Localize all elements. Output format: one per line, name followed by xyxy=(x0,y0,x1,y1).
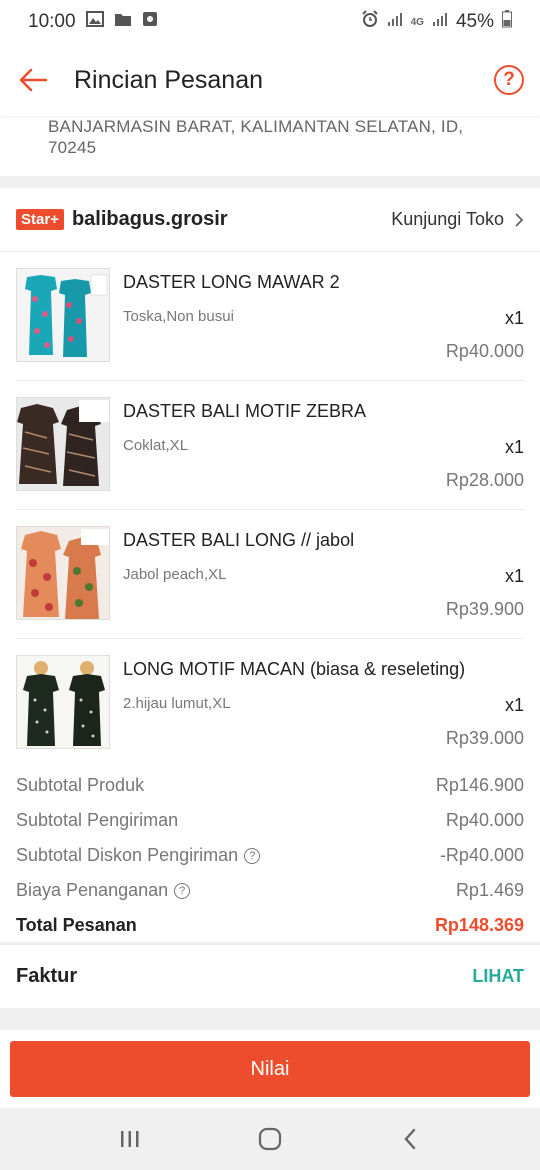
shop-row[interactable]: Star+ balibagus.grosir Kunjungi Toko xyxy=(0,188,540,252)
rate-button[interactable]: Nilai xyxy=(10,1041,530,1097)
camera-notification-icon xyxy=(142,11,158,33)
back-chevron-icon xyxy=(404,1128,416,1150)
info-icon[interactable]: ? xyxy=(174,882,191,899)
address-text: BANJARMASIN BARAT, KALIMANTAN SELATAN, I… xyxy=(48,117,464,157)
product-variant: 2.hijau lumut,XL xyxy=(123,695,231,712)
address-card: BANJARMASIN BARAT, KALIMANTAN SELATAN, I… xyxy=(0,116,540,176)
page-title: Rincian Pesanan xyxy=(74,65,264,94)
shipping-discount-value: -Rp40.000 xyxy=(439,845,524,865)
subtotal-product-row: Subtotal Produk Rp146.900 xyxy=(16,768,524,803)
order-total-row: Total Pesanan Rp148.369 xyxy=(16,908,524,943)
product-thumbnail xyxy=(16,397,110,491)
battery-percent: 45% xyxy=(455,11,494,32)
product-price: Rp28.000 xyxy=(445,470,524,490)
handling-fee-label: Biaya Penanganan xyxy=(16,880,169,900)
photo-notification-icon xyxy=(85,10,104,34)
invoice-label: Faktur xyxy=(16,965,78,987)
product-thumbnail xyxy=(16,655,110,749)
order-total-label: Total Pesanan xyxy=(16,915,137,935)
status-time: 10:00 xyxy=(28,11,76,32)
product-name: LONG MOTIF MACAN (biasa & reseleting) xyxy=(123,659,466,679)
product-thumbnail xyxy=(16,526,110,620)
bottom-action-bar: Nilai xyxy=(0,1030,540,1108)
star-plus-badge: Star+ xyxy=(16,209,64,230)
status-bar: 10:00 4G 45% xyxy=(0,0,540,44)
subtotal-shipping-row: Subtotal Pengiriman Rp40.000 xyxy=(16,803,524,838)
product-item[interactable]: DASTER BALI MOTIF ZEBRA Coklat,XL x1 Rp2… xyxy=(16,381,524,510)
product-item[interactable]: DASTER LONG MAWAR 2 Toska,Non busui x1 R… xyxy=(16,252,524,381)
signal-icon-2 xyxy=(432,11,448,33)
invoice-row: Faktur LIHAT xyxy=(0,944,540,1008)
product-price: Rp39.000 xyxy=(445,728,524,748)
order-card: Star+ balibagus.grosir Kunjungi Toko DAS… xyxy=(0,188,540,942)
visit-store-button[interactable]: Kunjungi Toko xyxy=(391,209,524,230)
handling-fee-value: Rp1.469 xyxy=(455,880,524,900)
product-quantity: x1 xyxy=(504,308,524,328)
product-item[interactable]: DASTER BALI LONG // jabol Jabol peach,XL… xyxy=(16,510,524,639)
shipping-discount-row: Subtotal Diskon Pengiriman ? -Rp40.000 xyxy=(16,838,524,873)
info-icon[interactable]: ? xyxy=(244,847,261,864)
home-icon xyxy=(258,1127,282,1151)
back-nav-button[interactable] xyxy=(380,1119,440,1159)
chevron-right-icon xyxy=(515,212,524,227)
network-type: 4G xyxy=(410,16,424,28)
help-button[interactable]: ? xyxy=(494,65,524,95)
handling-fee-row: Biaya Penanganan ? Rp1.469 xyxy=(16,873,524,908)
system-nav-bar xyxy=(0,1108,540,1170)
recent-apps-button[interactable] xyxy=(100,1119,160,1159)
product-quantity: x1 xyxy=(504,437,524,457)
product-variant: Coklat,XL xyxy=(123,437,189,454)
subtotal-shipping-value: Rp40.000 xyxy=(445,810,524,830)
folder-notification-icon xyxy=(114,11,132,33)
product-name: DASTER BALI MOTIF ZEBRA xyxy=(123,401,367,421)
order-total-value: Rp148.369 xyxy=(434,915,524,935)
help-icon: ? xyxy=(503,69,515,90)
subtotal-product-value: Rp146.900 xyxy=(435,775,524,795)
home-button[interactable] xyxy=(240,1119,300,1159)
battery-icon xyxy=(502,10,512,34)
order-summary: Subtotal Produk Rp146.900 Subtotal Pengi… xyxy=(0,768,540,943)
product-variant: Jabol peach,XL xyxy=(123,566,227,583)
product-variant: Toska,Non busui xyxy=(123,308,234,325)
app-header: Rincian Pesanan ? xyxy=(0,44,540,116)
product-price: Rp40.000 xyxy=(445,341,524,361)
signal-icon xyxy=(387,11,403,33)
product-name: DASTER LONG MAWAR 2 xyxy=(123,272,340,292)
back-arrow-icon xyxy=(19,68,48,92)
subtotal-product-label: Subtotal Produk xyxy=(16,775,145,795)
back-button[interactable] xyxy=(16,63,50,97)
view-invoice-link[interactable]: LIHAT xyxy=(472,966,524,987)
product-quantity: x1 xyxy=(504,566,524,586)
visit-store-label: Kunjungi Toko xyxy=(391,209,504,229)
recent-apps-icon xyxy=(121,1131,139,1147)
shipping-discount-label: Subtotal Diskon Pengiriman xyxy=(16,845,239,865)
subtotal-shipping-label: Subtotal Pengiriman xyxy=(16,810,179,830)
shop-name: balibagus.grosir xyxy=(71,208,228,230)
product-thumbnail xyxy=(16,268,110,362)
product-quantity: x1 xyxy=(504,695,524,715)
product-item[interactable]: LONG MOTIF MACAN (biasa & reseleting) 2.… xyxy=(16,639,524,768)
product-price: Rp39.900 xyxy=(445,599,524,619)
alarm-icon xyxy=(361,10,379,34)
product-name: DASTER BALI LONG // jabol xyxy=(123,530,355,550)
